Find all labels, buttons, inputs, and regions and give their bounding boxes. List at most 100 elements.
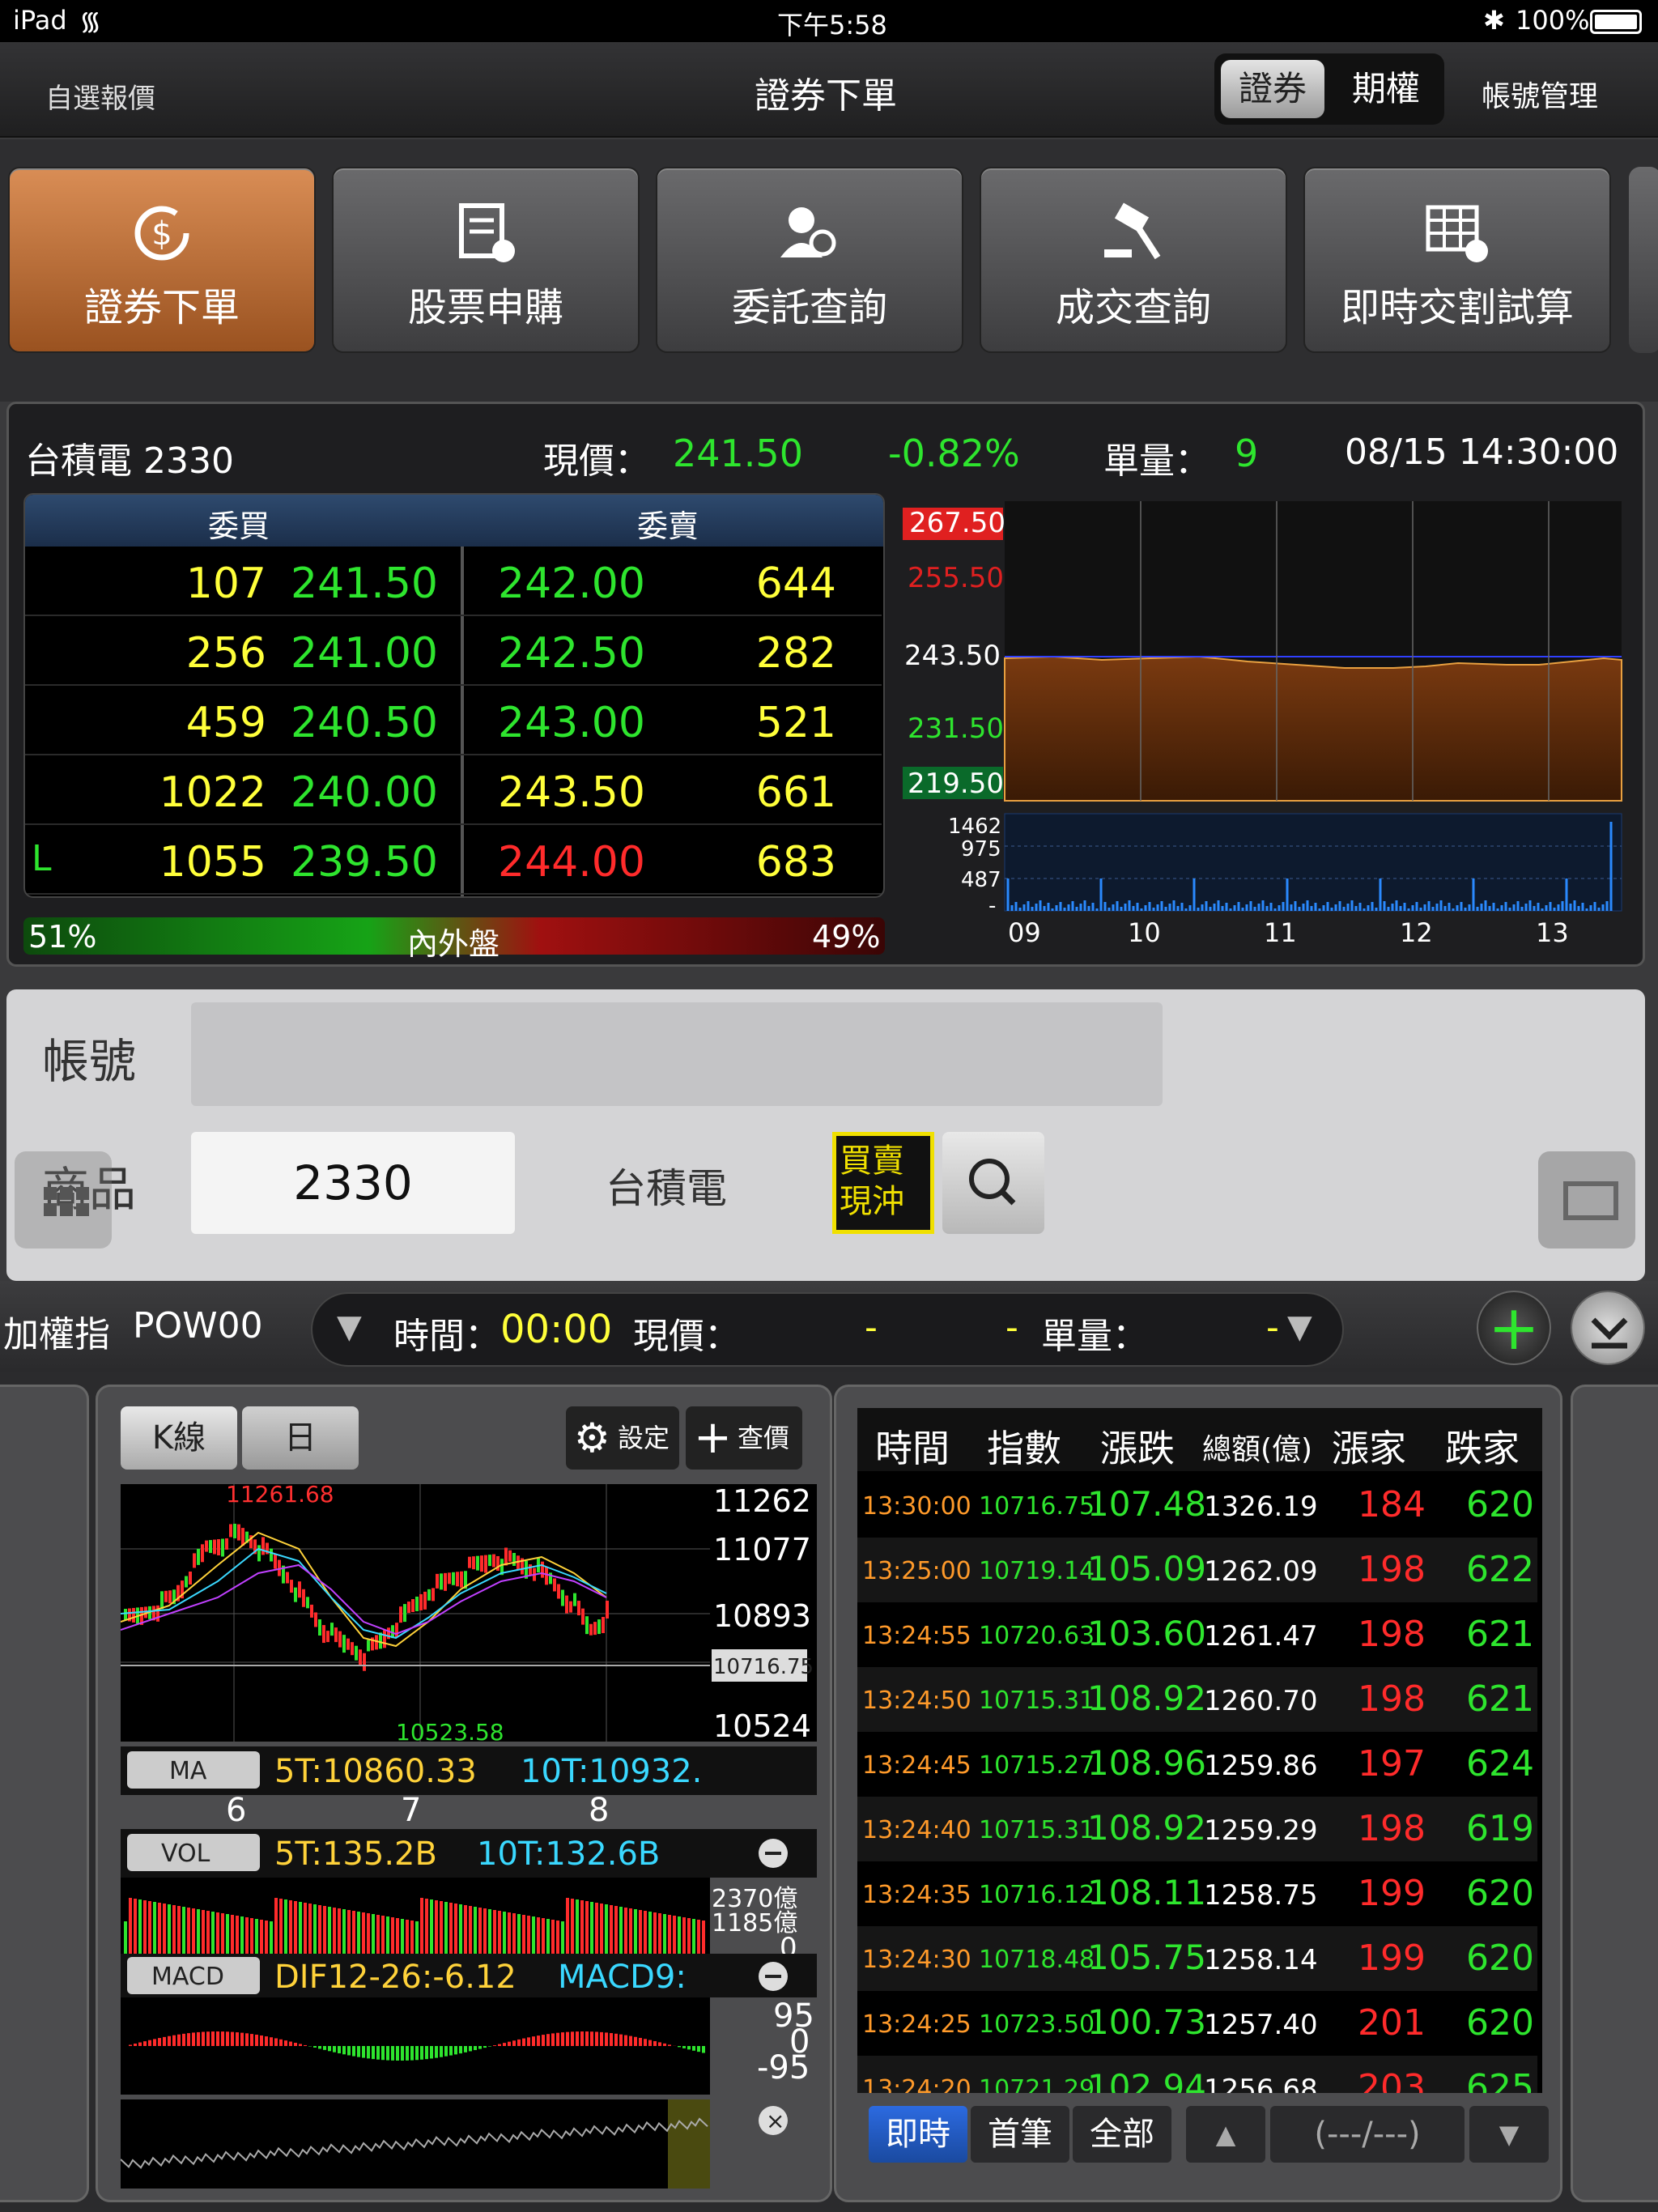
tick-row[interactable]: 13:30:00 10716.75 107.48 1326.19 184 620	[857, 1473, 1537, 1538]
volume-bar	[517, 1914, 521, 1954]
volume-bar	[396, 1918, 399, 1954]
candle	[488, 1555, 491, 1567]
func-more-button[interactable]	[1629, 167, 1658, 353]
tick-row[interactable]: 13:24:20 10721.29 102.94 1256.68 203 625	[857, 2056, 1537, 2093]
kline-xtick: 8	[589, 1792, 609, 1829]
tick-row[interactable]: 13:24:45 10715.27 108.96 1259.86 197 624	[857, 1732, 1537, 1797]
macd-bar	[440, 2046, 443, 2057]
product-input[interactable]: 2330	[191, 1132, 515, 1234]
candle	[577, 1601, 580, 1616]
query-button[interactable]: + 查價	[686, 1406, 802, 1470]
macd-bar	[386, 2046, 389, 2061]
volume-bar	[294, 1901, 297, 1954]
grid-menu-button[interactable]	[15, 1151, 112, 1249]
index-change: -	[1005, 1307, 1018, 1348]
watchlist-link[interactable]: 自選報價	[45, 76, 155, 116]
candle	[160, 1591, 164, 1610]
candle	[399, 1606, 402, 1623]
tick-row[interactable]: 13:24:50 10715.31 108.92 1260.70 198 621	[857, 1667, 1537, 1732]
candle	[557, 1584, 560, 1599]
day-trade-switch[interactable]: 買賣 現沖	[832, 1132, 934, 1234]
macd-button[interactable]: MACD	[151, 1963, 224, 1991]
candle	[193, 1553, 196, 1568]
candle	[517, 1555, 520, 1571]
order-book-row[interactable]: 107 241.50 242.00 644	[25, 548, 882, 616]
page-down-button[interactable]: ▼	[1469, 2106, 1549, 2163]
ma-button[interactable]: MA	[169, 1757, 207, 1785]
macd-bar	[299, 2044, 302, 2046]
order-book-ap: 244.00	[498, 838, 645, 887]
macd-bar	[396, 2046, 399, 2061]
seg-futures[interactable]: 期權	[1334, 60, 1438, 118]
volume-bar	[216, 1912, 219, 1954]
account-field[interactable]	[191, 1002, 1163, 1106]
macd-bar	[488, 2046, 491, 2047]
index-code: POW00	[133, 1305, 263, 1346]
kline-high-label: 11261.68	[226, 1484, 334, 1508]
tab-realtime[interactable]: 即時	[869, 2106, 967, 2163]
vol-button[interactable]: VOL	[161, 1840, 210, 1868]
tick-cell: 198	[1358, 1614, 1426, 1655]
side-panel-right[interactable]	[1571, 1385, 1658, 2202]
tick-row[interactable]: 13:24:25 10723.50 100.73 1257.40 201 620	[857, 1991, 1537, 2056]
tick-cell: 199	[1358, 1938, 1426, 1979]
tick-row[interactable]: 13:24:30 10718.48 105.75 1258.14 199 620	[857, 1926, 1537, 1991]
tick-cell: 108.11	[1087, 1873, 1206, 1912]
candle	[561, 1589, 564, 1606]
order-book-row[interactable]: 256 241.00 242.50 282	[25, 618, 882, 686]
tick-cell: 203	[1358, 2067, 1426, 2093]
screen-toggle-button[interactable]	[1538, 1151, 1635, 1249]
tab-kline[interactable]: K線	[121, 1406, 237, 1470]
tick-row[interactable]: 13:24:35 10716.12 108.11 1258.75 199 620	[857, 1861, 1537, 1926]
kline-ytick: 11262	[713, 1484, 811, 1519]
tick-cell: 199	[1358, 1873, 1426, 1914]
candle	[440, 1573, 443, 1590]
func-ipo-button[interactable]: 股票申購	[332, 167, 640, 353]
func-deal-query-button[interactable]: 成交查詢	[980, 167, 1287, 353]
candle	[606, 1601, 609, 1619]
tick-cell: 13:24:50	[862, 1687, 971, 1715]
order-book-row[interactable]: 1022 240.00 243.50 661	[25, 757, 882, 825]
tick-cell: 108.92	[1087, 1678, 1206, 1718]
tab-day[interactable]: 日	[242, 1406, 359, 1470]
price-change: -0.82%	[888, 432, 1020, 475]
macd-bar	[537, 2035, 540, 2046]
search-button[interactable]	[942, 1132, 1044, 1234]
th-declines: 跌家	[1445, 1427, 1520, 1470]
volume-bar	[148, 1901, 151, 1954]
volume-bar	[308, 1904, 312, 1954]
candle	[261, 1537, 265, 1555]
index-ticker[interactable]: ▼ 時間： 00:00 現價： - - 單量： - ▼	[311, 1292, 1344, 1367]
candle	[427, 1589, 431, 1601]
candle	[569, 1601, 572, 1613]
side-panel-left[interactable]	[0, 1385, 89, 2202]
tick-row[interactable]: 13:24:40 10715.31 108.92 1259.29 198 619	[857, 1797, 1537, 1861]
settings-button[interactable]: ⚙ 設定	[566, 1406, 679, 1470]
volume-bar	[464, 1905, 467, 1954]
add-button[interactable]: +	[1477, 1291, 1551, 1365]
order-book-row[interactable]: 459 240.50 243.00 521	[25, 687, 882, 755]
tab-first[interactable]: 首筆	[971, 2106, 1069, 2163]
macd-bar	[459, 2046, 462, 2054]
volume-bar	[134, 1899, 137, 1954]
volume-bar	[537, 1917, 540, 1954]
func-order-query-button[interactable]: 委託查詢	[656, 167, 963, 353]
tick-row[interactable]: 13:25:00 10719.14 105.09 1262.09 198 622	[857, 1538, 1537, 1602]
volume-bar	[449, 1903, 453, 1954]
func-order-button[interactable]: $ 證券下單	[8, 167, 316, 353]
tick-cell: 1256.68	[1204, 2074, 1318, 2093]
order-book-bp: 240.50	[291, 699, 438, 747]
seg-securities[interactable]: 證券	[1221, 60, 1324, 118]
candle	[225, 1538, 228, 1550]
order-book-row[interactable]: L 1055 239.50 244.00 683	[25, 827, 882, 895]
tick-row[interactable]: 13:24:55 10720.63 103.60 1261.47 198 621	[857, 1602, 1537, 1667]
func-settlement-button[interactable]: 即時交割試算	[1303, 167, 1611, 353]
func-label: 證券下單	[83, 285, 240, 330]
account-mgmt-link[interactable]: 帳號管理	[1482, 73, 1598, 115]
tab-all[interactable]: 全部	[1073, 2106, 1171, 2163]
page-up-button[interactable]: ▲	[1186, 2106, 1265, 2163]
x-tick: 13	[1536, 917, 1569, 948]
collapse-button[interactable]	[1571, 1291, 1645, 1365]
macd-bar	[342, 2046, 346, 2055]
candle	[168, 1590, 172, 1604]
